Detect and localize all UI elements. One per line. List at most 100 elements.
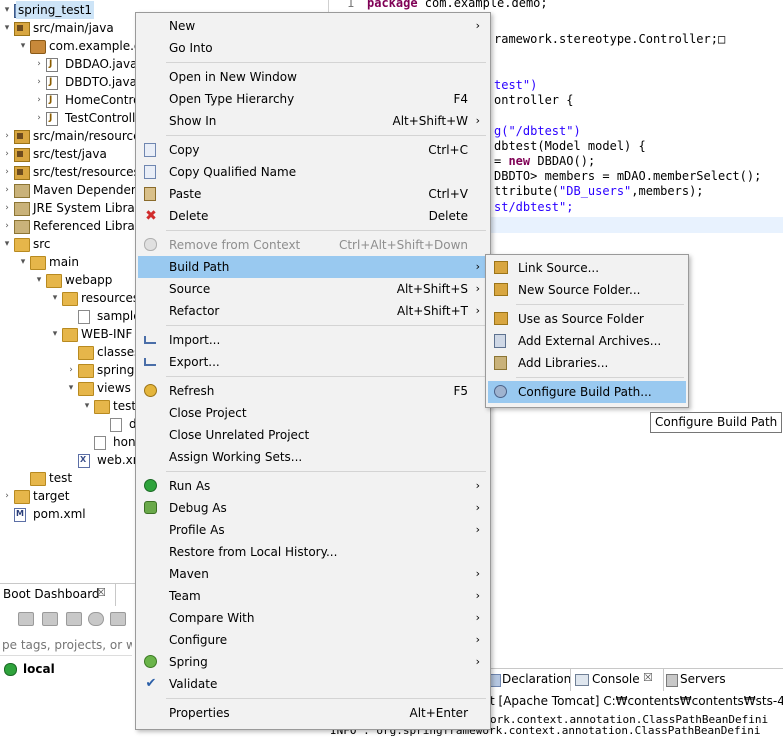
menu-item-compare-with[interactable]: Compare With › (138, 607, 488, 629)
remove-context-icon (144, 238, 157, 251)
menu-item-label: Refresh (169, 384, 215, 398)
boot-dashboard-title: Boot Dashboard (3, 587, 100, 601)
menu-item-label: Refactor (169, 304, 220, 318)
menu-item-paste[interactable]: Paste Ctrl+V (138, 183, 488, 205)
expand-toggle-icon[interactable]: ▾ (2, 235, 12, 253)
menu-item-team[interactable]: Team › (138, 585, 488, 607)
build-path-submenu: Link Source... New Source Folder... Use as… (485, 254, 689, 408)
menu-item-close-project[interactable]: Close Project (138, 402, 488, 424)
expand-toggle-icon[interactable]: › (2, 199, 12, 217)
menu-item-refresh[interactable]: Refresh F5 (138, 380, 488, 402)
expand-toggle-icon[interactable]: › (34, 109, 44, 127)
expand-toggle-icon[interactable]: ▾ (50, 325, 60, 343)
open-browser-icon[interactable] (88, 612, 104, 626)
tree-item-label: pom.xml (33, 507, 86, 521)
expand-toggle-icon[interactable]: ▾ (18, 253, 28, 271)
expand-toggle-icon[interactable]: › (2, 487, 12, 505)
folder-icon (94, 400, 110, 414)
menu-item-close-unrelated-project[interactable]: Close Unrelated Project (138, 424, 488, 446)
file-icon (94, 436, 106, 450)
expand-toggle-icon[interactable]: › (34, 91, 44, 109)
menu-item-assign-working-sets[interactable]: Assign Working Sets... (138, 446, 488, 468)
menu-item-profile-as[interactable]: Profile As › (138, 519, 488, 541)
local-target-row[interactable]: local (0, 660, 130, 680)
expand-toggle-icon[interactable]: ▾ (50, 289, 60, 307)
menu-item-use-as-source-folder[interactable]: Use as Source Folder (488, 308, 686, 330)
menu-item-remove-from-context[interactable]: Remove from Context Ctrl+Alt+Shift+Down (138, 234, 488, 256)
expand-toggle-icon[interactable]: › (34, 55, 44, 73)
tree-item-label: src/main/java (33, 21, 114, 35)
menu-item-copy-qualified-name[interactable]: Copy Qualified Name (138, 161, 488, 183)
servers-icon (666, 674, 678, 687)
close-icon[interactable]: ☒ (96, 586, 106, 599)
paste-icon (144, 187, 156, 201)
menu-item-delete[interactable]: ✖ Delete Delete (138, 205, 488, 227)
expand-toggle-icon[interactable]: ▾ (34, 271, 44, 289)
menu-item-copy[interactable]: Copy Ctrl+C (138, 139, 488, 161)
menu-item-open-type-hierarchy[interactable]: Open Type Hierarchy F4 (138, 88, 488, 110)
menu-item-validate[interactable]: ✔ Validate (138, 673, 488, 695)
menu-item-restore-from-local-history[interactable]: Restore from Local History... (138, 541, 488, 563)
expand-toggle-icon[interactable]: ▾ (82, 397, 92, 415)
expand-toggle-icon[interactable]: ▾ (18, 37, 28, 55)
code-line: ontroller { (494, 93, 573, 108)
folder-icon (14, 490, 30, 504)
boot-dashboard-tab[interactable]: Boot Dashboard ☒ (0, 584, 116, 606)
tree-item-label: resources (81, 291, 140, 305)
menu-item-shortcut: Alt+Shift+T (397, 304, 468, 318)
expand-toggle-icon[interactable]: › (2, 217, 12, 235)
expand-toggle-icon[interactable]: › (2, 145, 12, 163)
menu-item-label: Properties (169, 706, 230, 720)
expand-toggle-icon[interactable]: › (2, 181, 12, 199)
code-token: ttribute( (494, 184, 560, 199)
tab-declaration[interactable]: Declaration (490, 669, 571, 691)
menu-item-export[interactable]: Export... (138, 351, 488, 373)
menu-item-configure[interactable]: Configure › (138, 629, 488, 651)
menu-item-link-source[interactable]: Link Source... (488, 257, 686, 279)
console-icon[interactable] (110, 612, 126, 626)
expand-toggle-icon[interactable]: › (2, 163, 12, 181)
use-source-folder-icon (494, 312, 508, 325)
menu-item-build-path[interactable]: Build Path › (138, 256, 488, 278)
menu-item-label: Profile As (169, 523, 225, 537)
menu-item-run-as[interactable]: Run As › (138, 475, 488, 497)
menu-item-properties[interactable]: Properties Alt+Enter (138, 702, 488, 724)
menu-item-open-in-new-window[interactable]: Open in New Window (138, 66, 488, 88)
menu-item-maven[interactable]: Maven › (138, 563, 488, 585)
menu-item-add-external-archives[interactable]: Add External Archives... (488, 330, 686, 352)
menu-item-new[interactable]: New › (138, 15, 488, 37)
menu-item-show-in[interactable]: Show In Alt+Shift+W › (138, 110, 488, 132)
menu-separator (166, 376, 486, 377)
tree-item-label: classes (97, 345, 141, 359)
menu-item-go-into[interactable]: Go Into (138, 37, 488, 59)
stop-icon[interactable] (66, 612, 82, 626)
tree-item-label: src/main/resources (33, 129, 147, 143)
menu-item-refactor[interactable]: Refactor Alt+Shift+T › (138, 300, 488, 322)
menu-item-new-source-folder[interactable]: New Source Folder... (488, 279, 686, 301)
debug-icon[interactable] (42, 612, 58, 626)
tab-servers[interactable]: Servers (666, 669, 746, 691)
expand-toggle-icon[interactable]: › (66, 361, 76, 379)
menu-item-source[interactable]: Source Alt+Shift+S › (138, 278, 488, 300)
expand-toggle-icon[interactable]: ▾ (2, 19, 12, 37)
menu-item-configure-build-path[interactable]: Configure Build Path... (488, 381, 686, 403)
menu-item-add-libraries[interactable]: Add Libraries... (488, 352, 686, 374)
menu-item-spring[interactable]: Spring › (138, 651, 488, 673)
tree-item-label: web.xn (97, 453, 141, 467)
menu-separator (166, 325, 486, 326)
expand-toggle-icon[interactable]: › (34, 73, 44, 91)
close-icon[interactable]: ☒ (643, 671, 653, 684)
expand-toggle-icon[interactable]: › (2, 127, 12, 145)
menu-item-shortcut: F5 (453, 384, 468, 398)
expand-toggle-icon[interactable]: ▾ (2, 1, 12, 19)
console-icon (575, 674, 589, 686)
expand-toggle-icon[interactable]: ▾ (66, 379, 76, 397)
menu-item-import[interactable]: Import... (138, 329, 488, 351)
menu-item-debug-as[interactable]: Debug As › (138, 497, 488, 519)
boot-filter-input[interactable] (0, 635, 132, 656)
run-icon (144, 479, 157, 492)
tab-console[interactable]: Console ☒ (570, 669, 664, 691)
start-icon[interactable] (18, 612, 34, 626)
tree-item-label: TestControlle (65, 111, 143, 125)
